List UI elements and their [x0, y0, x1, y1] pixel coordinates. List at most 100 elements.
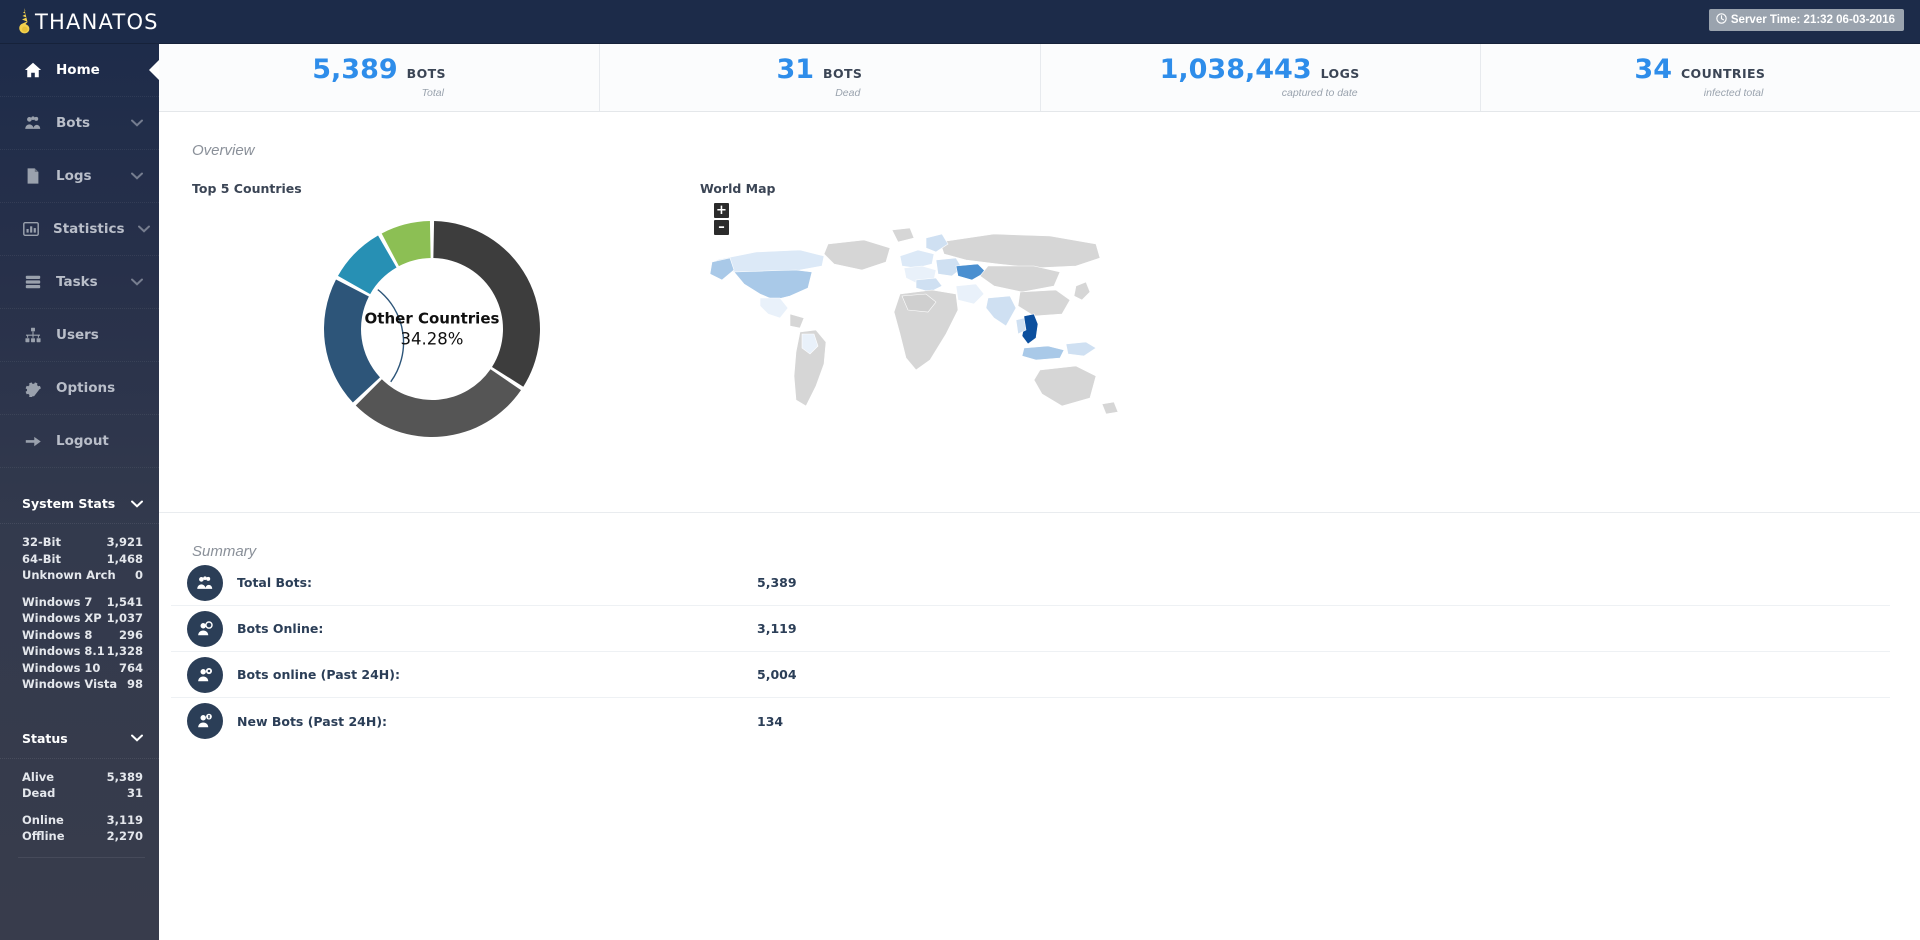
overview-title: Overview	[192, 142, 255, 159]
chevron-down-icon	[131, 729, 143, 747]
system-stats-title: System Stats	[22, 496, 116, 511]
sidebar-item-label: Home	[56, 62, 100, 78]
summary-value: 5,004	[757, 667, 797, 682]
world-map-svg[interactable]	[704, 214, 1134, 434]
kpi-card: 5,389 BOTS Total	[159, 44, 599, 111]
sidebar-divider	[18, 856, 145, 858]
kpi-card: 1,038,443 LOGS captured to date	[1039, 44, 1480, 111]
chevron-down-icon[interactable]	[137, 220, 150, 238]
server-time-label: Server Time: 21:32 06-03-2016	[1730, 14, 1895, 26]
user-online-icon	[187, 610, 223, 647]
summary-label: Total Bots:	[237, 575, 313, 590]
system-stats-arch-group: 32-Bit 3,921 64-Bit 1,468 Unknown Arch 0 Wind…	[0, 524, 159, 695]
file-icon	[22, 167, 43, 185]
sitemap-icon	[22, 326, 43, 344]
sidebar-item-bots[interactable]: Bots	[0, 97, 159, 150]
users-group-icon	[187, 564, 223, 601]
arch-stat-row: 64-Bit 1,468	[22, 551, 149, 568]
arch-stat-row: Unknown Arch 0	[22, 567, 149, 584]
donut-slice[interactable]	[433, 221, 540, 387]
map-zoom-out-button[interactable]: –	[714, 220, 729, 235]
status-life-row: Dead 31	[22, 785, 149, 802]
os-stat-value: 1,541	[106, 594, 143, 609]
os-stat-value: 764	[118, 660, 143, 675]
arch-stat-value: 3,921	[106, 535, 143, 549]
os-stat-key: Windows 8	[22, 627, 93, 642]
donut-slice[interactable]	[324, 279, 380, 403]
kpi-unit: COUNTRIES	[1680, 66, 1766, 81]
os-stat-value: 98	[126, 677, 143, 691]
os-stat-key: Windows XP	[22, 611, 102, 625]
sidebar-item-users[interactable]: Users	[0, 309, 159, 362]
sidebar-section-status[interactable]: Status	[0, 719, 159, 759]
home-icon	[22, 61, 43, 79]
sidebar-section-system-stats[interactable]: System Stats	[0, 484, 159, 524]
status-life-value: 31	[126, 786, 143, 800]
chevron-down-icon[interactable]	[131, 114, 143, 132]
os-stat-row: Windows 10 764	[22, 660, 149, 677]
donut-chart[interactable]: Other Countries 34.28%	[307, 204, 557, 454]
arch-stat-value: 0	[134, 568, 143, 582]
sidebar-item-home[interactable]: Home	[0, 44, 159, 97]
sidebar-item-tasks[interactable]: Tasks	[0, 256, 159, 309]
os-stat-key: Windows 7	[22, 594, 93, 609]
server-time-badge: Server Time: 21:32 06-03-2016	[1708, 9, 1904, 31]
sidebar-item-statistics[interactable]: Statistics	[0, 203, 159, 256]
sidebar-item-logs[interactable]: Logs	[0, 150, 159, 203]
chevron-down-icon	[131, 495, 143, 513]
kpi-unit: LOGS	[1320, 66, 1360, 81]
kpi-subtitle: infected total	[1703, 87, 1764, 99]
summary-title: Summary	[192, 543, 257, 560]
summary-label: Bots online (Past 24H):	[237, 667, 400, 682]
summary-value: 3,119	[757, 621, 797, 636]
scythe-icon	[16, 7, 32, 37]
sidebar-item-logout[interactable]: Logout	[0, 415, 159, 468]
status-group: Alive 5,389 Dead 31 Online 3,119 Offline 2,270	[0, 759, 159, 847]
summary-panel: Summary Total Bots: 5,389 Bots Online: 3,11…	[159, 513, 1920, 744]
kpi-subtitle: Total	[421, 87, 444, 99]
kpi-unit: BOTS	[823, 66, 863, 81]
chevron-down-icon[interactable]	[131, 167, 143, 185]
status-conn-value: 3,119	[106, 812, 143, 827]
kpi-strip: 5,389 BOTS Total 31 BOTS Dead 1,038,443 LOGS cap…	[159, 44, 1920, 112]
sidebar: Home Bots Logs Statistics Tasks Users Options L…	[0, 44, 159, 940]
donut-slice[interactable]	[355, 369, 521, 437]
status-life-key: Dead	[22, 786, 56, 800]
os-stat-value: 1,037	[106, 611, 143, 625]
os-stat-row: Windows 8 296	[22, 627, 149, 644]
summary-row: New Bots (Past 24H): 134	[171, 698, 1890, 744]
clock-icon	[1716, 13, 1727, 27]
os-stat-key: Windows Vista	[22, 677, 118, 691]
chevron-down-icon[interactable]	[131, 273, 143, 291]
brand-logo[interactable]: THANATOS	[16, 3, 159, 41]
user-clock-icon	[187, 656, 223, 693]
sidebar-item-label: Users	[56, 327, 99, 343]
overview-panel: Overview Top 5 Countries Other Countries…	[159, 112, 1920, 513]
sidebar-nav: Home Bots Logs Statistics Tasks Users Options L…	[0, 44, 159, 468]
os-stat-row: Windows 8.1 1,328	[22, 643, 149, 660]
brand-name: THANATOS	[35, 10, 159, 34]
arch-stat-key: 32-Bit	[22, 535, 61, 549]
kpi-value: 1,038,443	[1159, 54, 1312, 85]
status-title: Status	[22, 730, 68, 746]
arch-stat-key: Unknown Arch	[22, 568, 116, 582]
sidebar-item-label: Bots	[56, 115, 91, 131]
kpi-value: 34	[1634, 54, 1672, 85]
kpi-card: 34 COUNTRIES infected total	[1479, 44, 1920, 111]
summary-label: New Bots (Past 24H):	[237, 713, 388, 729]
status-conn-key: Offline	[22, 829, 65, 843]
kpi-card: 31 BOTS Dead	[599, 44, 1039, 111]
arrow-exit-icon	[22, 432, 43, 450]
status-life-key: Alive	[22, 769, 55, 784]
map-zoom-controls: + –	[714, 203, 729, 235]
kpi-unit: BOTS	[406, 66, 446, 81]
arch-stat-key: 64-Bit	[22, 551, 61, 566]
kpi-value: 5,389	[312, 54, 398, 85]
map-zoom-in-button[interactable]: +	[714, 203, 729, 218]
users-group-icon	[22, 114, 43, 132]
overview-charts-row: Top 5 Countries Other Countries 34.28% W…	[159, 159, 1920, 454]
sidebar-item-options[interactable]: Options	[0, 362, 159, 415]
os-stat-key: Windows 10	[22, 660, 101, 675]
dashboard-root: THANATOS Server Time: 21:32 06-03-2016 H…	[0, 0, 1920, 940]
main-content: Overview Top 5 Countries Other Countries…	[159, 112, 1920, 940]
